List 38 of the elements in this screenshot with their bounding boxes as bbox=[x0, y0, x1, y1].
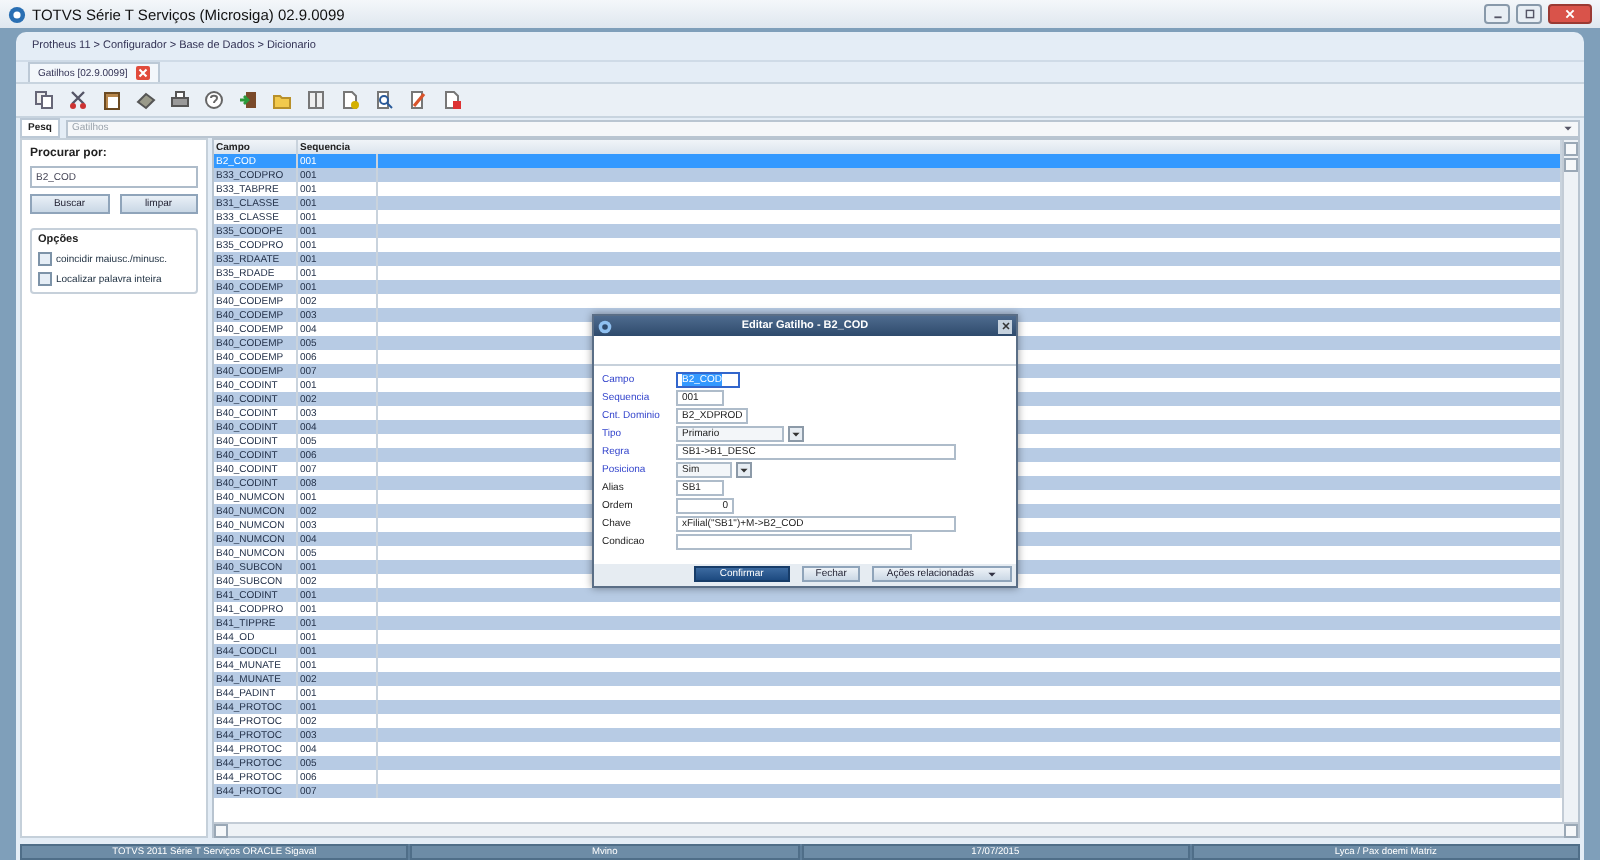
delete-document-icon[interactable] bbox=[442, 90, 462, 110]
maximize-button[interactable] bbox=[1516, 4, 1542, 24]
copy-icon[interactable] bbox=[34, 90, 54, 110]
scroll-up-button[interactable] bbox=[1564, 158, 1578, 172]
close-icon bbox=[999, 320, 1011, 332]
close-icon bbox=[1564, 8, 1576, 20]
maximize-icon bbox=[1523, 8, 1535, 20]
close-button[interactable] bbox=[1548, 4, 1592, 24]
checkbox[interactable] bbox=[38, 252, 52, 266]
app-logo-icon bbox=[8, 5, 26, 23]
checkbox[interactable] bbox=[38, 272, 52, 286]
exit-door-icon[interactable] bbox=[238, 90, 258, 110]
columns-icon[interactable] bbox=[306, 90, 326, 110]
scroll-right-button[interactable] bbox=[1564, 824, 1578, 838]
app-logo-icon bbox=[598, 319, 612, 333]
tab-close-button[interactable] bbox=[135, 66, 150, 80]
caret-icon bbox=[790, 428, 802, 440]
minimize-button[interactable] bbox=[1484, 4, 1510, 24]
dropdown-button[interactable] bbox=[736, 462, 752, 478]
dropdown-button[interactable] bbox=[788, 426, 804, 442]
close-icon bbox=[135, 66, 150, 80]
magnifier-document-icon[interactable] bbox=[374, 90, 394, 110]
dialog-close-button[interactable] bbox=[998, 319, 1012, 333]
printer-icon[interactable] bbox=[170, 90, 190, 110]
help-icon[interactable] bbox=[204, 90, 224, 110]
eraser-icon[interactable] bbox=[136, 90, 156, 110]
dropdown-caret-icon bbox=[1562, 122, 1574, 134]
horizontal-scrollbar[interactable] bbox=[214, 822, 1578, 836]
scissors-icon[interactable] bbox=[68, 90, 88, 110]
pencil-icon[interactable] bbox=[408, 90, 428, 110]
scroll-left-button[interactable] bbox=[214, 824, 228, 838]
new-document-icon[interactable] bbox=[340, 90, 360, 110]
folder-icon[interactable] bbox=[272, 90, 292, 110]
input-field[interactable] bbox=[676, 534, 912, 550]
clipboard-icon[interactable] bbox=[102, 90, 122, 110]
vertical-scrollbar[interactable] bbox=[1562, 140, 1578, 822]
scroll-top-button[interactable] bbox=[1564, 142, 1578, 156]
caret-icon bbox=[986, 568, 998, 580]
